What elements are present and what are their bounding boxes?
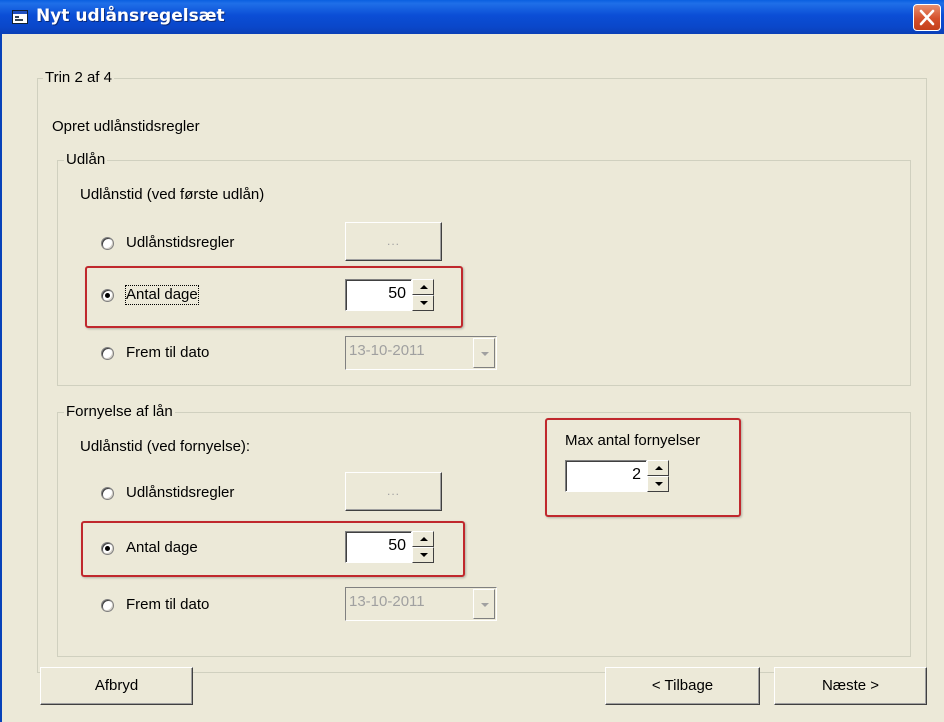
renewal-rules-radio[interactable] (101, 487, 114, 500)
close-button[interactable] (913, 4, 941, 31)
loan-date-dropdown[interactable] (473, 338, 495, 368)
chevron-down-icon (481, 352, 489, 356)
max-renewals-highlight (545, 418, 741, 517)
renewal-legend: Fornyelse af lån (64, 403, 175, 421)
window-app-icon (12, 10, 28, 24)
renewal-days-highlight (81, 521, 465, 577)
back-button-label: < Tilbage (651, 677, 714, 694)
loan-date-radio[interactable] (101, 347, 114, 360)
renewal-rules-button[interactable]: ... (345, 472, 442, 511)
loan-legend: Udlån (64, 151, 108, 169)
loan-rules-label[interactable]: Udlånstidsregler (126, 234, 234, 252)
renewal-date-value: 13-10-2011 (349, 593, 425, 610)
renewal-rules-button-label: ... (386, 484, 400, 498)
loan-days-highlight (85, 266, 463, 328)
renewal-date-picker[interactable]: 13-10-2011 (345, 587, 497, 621)
loan-rules-button-label: ... (386, 234, 400, 248)
loan-date-label[interactable]: Frem til dato (126, 344, 209, 362)
step-subtitle: Opret udlånstidsregler (52, 118, 200, 135)
loan-rules-button[interactable]: ... (345, 222, 442, 261)
step-label: Trin 2 af 4 (43, 69, 114, 87)
renewal-date-label[interactable]: Frem til dato (126, 596, 209, 614)
renewal-caption: Udlånstid (ved fornyelse): (80, 438, 251, 455)
loan-caption: Udlånstid (ved første udlån) (80, 186, 265, 203)
window-title: Nyt udlånsregelsæt (36, 6, 225, 26)
renewal-rules-label[interactable]: Udlånstidsregler (126, 484, 234, 502)
back-button[interactable]: < Tilbage (605, 667, 760, 705)
loan-date-value: 13-10-2011 (349, 342, 425, 359)
renewal-date-dropdown[interactable] (473, 589, 495, 619)
next-button[interactable]: Næste > (774, 667, 927, 705)
close-x-icon (919, 9, 935, 26)
loan-date-picker[interactable]: 13-10-2011 (345, 336, 497, 370)
next-button-label: Næste > (821, 677, 880, 694)
loan-rules-radio[interactable] (101, 237, 114, 250)
cancel-button-label: Afbryd (94, 677, 139, 694)
dialog-body: Trin 2 af 4 Opret udlånstidsregler Udlån… (0, 34, 944, 722)
title-bar[interactable]: Nyt udlånsregelsæt (0, 0, 944, 34)
renewal-date-radio[interactable] (101, 599, 114, 612)
chevron-down-icon (481, 603, 489, 607)
cancel-button[interactable]: Afbryd (40, 667, 193, 705)
